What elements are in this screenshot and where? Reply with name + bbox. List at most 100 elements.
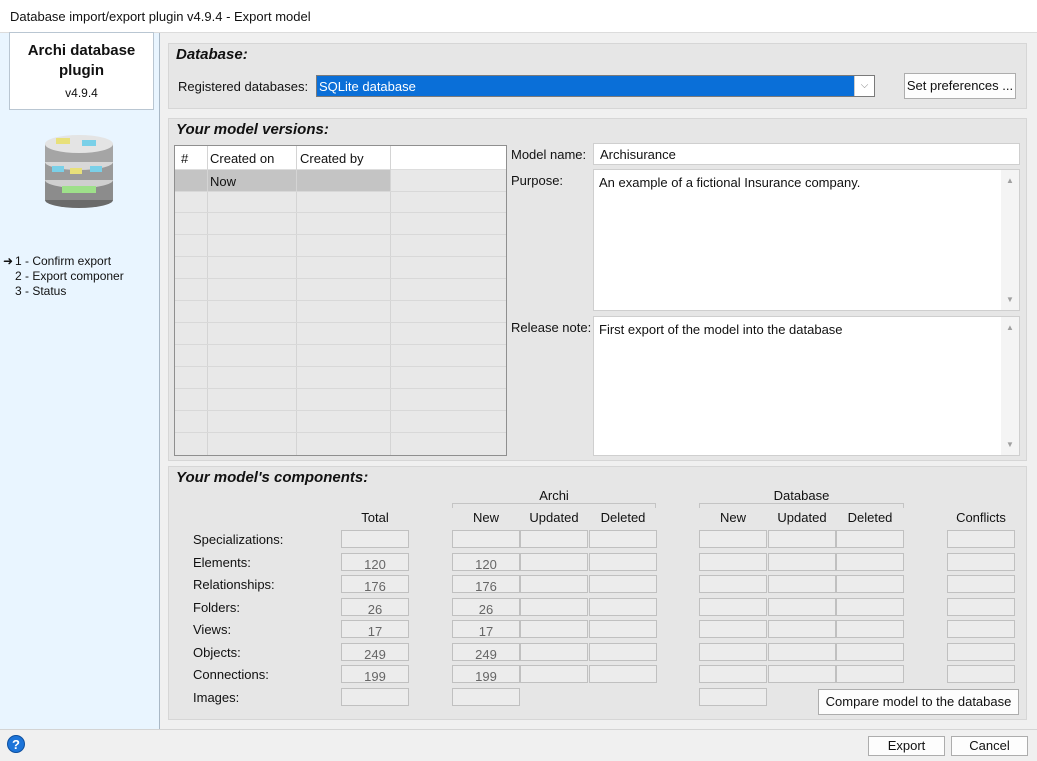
count-field-archi-deleted <box>589 597 657 616</box>
compare-model-button[interactable]: Compare model to the database <box>818 689 1019 715</box>
purpose-textarea[interactable]: An example of a fictional Insurance comp… <box>593 169 1020 311</box>
count-field-db-deleted <box>836 575 904 593</box>
scroll-up-icon[interactable]: ▲ <box>1001 176 1019 185</box>
count-field-conflicts <box>947 642 1015 661</box>
window-titlebar: Database import/export plugin v4.9.4 - E… <box>0 0 1037 33</box>
help-icon[interactable]: ? <box>7 735 25 753</box>
components-section-title: Your model's components: <box>176 469 369 486</box>
versions-section-title: Your model versions: <box>176 121 329 138</box>
archi-deleted-column-header: Deleted <box>600 510 646 525</box>
window-title: Database import/export plugin v4.9.4 - E… <box>10 9 311 24</box>
current-step-arrow-icon: ➜ <box>3 254 14 268</box>
count-field-db-updated <box>768 530 836 548</box>
count-field-db-new <box>699 552 767 571</box>
count-field-conflicts <box>947 552 1015 571</box>
count-field-db-deleted <box>836 530 904 548</box>
database-group-header: Database <box>773 488 830 503</box>
plugin-title: Archi database plugin <box>27 42 136 79</box>
release-note-textarea[interactable]: First export of the model into the datab… <box>593 316 1020 456</box>
count-field-archi-deleted <box>589 665 657 683</box>
count-field-archi-new: 120 <box>452 552 520 572</box>
count-field-db-new <box>699 530 767 548</box>
count-field-db-deleted <box>836 597 904 616</box>
count-field-db-updated <box>768 575 836 593</box>
step-label: 1 - Confirm export <box>15 254 112 268</box>
count-field-archi-deleted <box>589 642 657 661</box>
sidebar-step-3: 3 - Status <box>3 284 66 298</box>
cancel-button[interactable]: Cancel <box>951 736 1028 756</box>
count-field-db-deleted <box>836 620 904 638</box>
archi-group-header: Archi <box>539 488 569 503</box>
release-note-scrollbar[interactable]: ▲ ▼ <box>1001 317 1019 455</box>
total-column-header: Total <box>361 510 389 525</box>
registered-databases-label: Registered databases: <box>178 79 309 94</box>
count-field-conflicts <box>947 530 1015 548</box>
count-field-total: 176 <box>341 575 409 594</box>
count-field-total: 249 <box>341 642 409 662</box>
count-field-total <box>341 530 409 548</box>
count-field-db-deleted <box>836 552 904 571</box>
count-field-db-deleted <box>836 642 904 661</box>
component-row-label: Folders: <box>193 599 240 615</box>
count-field-conflicts <box>947 575 1015 593</box>
component-row-label: Objects: <box>193 644 241 660</box>
plugin-logo-box: Archi database plugin v4.9.4 <box>9 32 154 110</box>
versions-table-header: # Created on Created by <box>175 146 506 170</box>
scroll-down-icon[interactable]: ▼ <box>1001 295 1019 304</box>
count-field-db-updated <box>768 552 836 571</box>
count-field-db-new <box>699 575 767 593</box>
count-field-archi-new <box>452 687 520 706</box>
column-header-number[interactable]: # <box>181 151 188 166</box>
column-header-created-on[interactable]: Created on <box>210 151 274 166</box>
versions-table[interactable]: # Created on Created by Now <box>174 145 507 456</box>
column-header-created-by[interactable]: Created by <box>300 151 364 166</box>
scroll-up-icon[interactable]: ▲ <box>1001 323 1019 332</box>
count-field-archi-deleted <box>589 620 657 638</box>
count-field-total: 17 <box>341 620 409 639</box>
count-field-archi-new: 249 <box>452 642 520 662</box>
component-row-label: Specializations: <box>193 532 284 547</box>
release-note-label: Release note: <box>511 320 592 335</box>
count-field-archi-updated <box>520 665 588 683</box>
model-name-field[interactable]: Archisurance <box>593 143 1020 165</box>
count-field-db-new <box>699 665 767 683</box>
registered-databases-select[interactable]: SQLite database ⌵ <box>316 75 875 97</box>
count-field-archi-deleted <box>589 575 657 593</box>
count-field-conflicts <box>947 665 1015 683</box>
purpose-scrollbar[interactable]: ▲ ▼ <box>1001 170 1019 310</box>
chevron-down-icon[interactable]: ⌵ <box>854 76 874 96</box>
count-field-conflicts <box>947 597 1015 616</box>
release-note-value: First export of the model into the datab… <box>599 322 843 337</box>
component-row-label: Relationships: <box>193 577 275 592</box>
count-field-archi-new: 199 <box>452 665 520 684</box>
component-row-label: Images: <box>193 689 240 705</box>
count-field-archi-new: 26 <box>452 597 520 617</box>
db-updated-column-header: Updated <box>777 510 827 525</box>
component-row-label: Connections: <box>193 667 269 682</box>
count-field-archi-updated <box>520 530 588 548</box>
database-icon <box>42 130 117 210</box>
conflicts-column-header: Conflicts <box>956 510 1006 525</box>
plugin-version: v4.9.4 <box>65 86 98 100</box>
scroll-down-icon[interactable]: ▼ <box>1001 440 1019 449</box>
count-field-archi-deleted <box>589 552 657 571</box>
count-field-archi-updated <box>520 575 588 593</box>
export-button[interactable]: Export <box>868 736 945 756</box>
count-field-total: 199 <box>341 665 409 684</box>
count-field-db-updated <box>768 665 836 683</box>
count-field-archi-updated <box>520 642 588 661</box>
sidebar-step-2: 2 - Export componer <box>3 269 124 283</box>
component-row-label: Elements: <box>193 554 251 570</box>
count-field-db-new <box>699 687 767 706</box>
count-field-db-updated <box>768 620 836 638</box>
archi-new-column-header: New <box>472 510 499 525</box>
count-field-archi-deleted <box>589 530 657 548</box>
model-name-value: Archisurance <box>600 147 676 162</box>
count-field-archi-updated <box>520 597 588 616</box>
selected-database-value: SQLite database <box>319 79 416 94</box>
count-field-db-updated <box>768 642 836 661</box>
count-field-archi-updated <box>520 552 588 571</box>
step-label: 3 - Status <box>15 284 67 298</box>
set-preferences-button[interactable]: Set preferences ... <box>904 73 1016 99</box>
count-field-db-updated <box>768 597 836 616</box>
